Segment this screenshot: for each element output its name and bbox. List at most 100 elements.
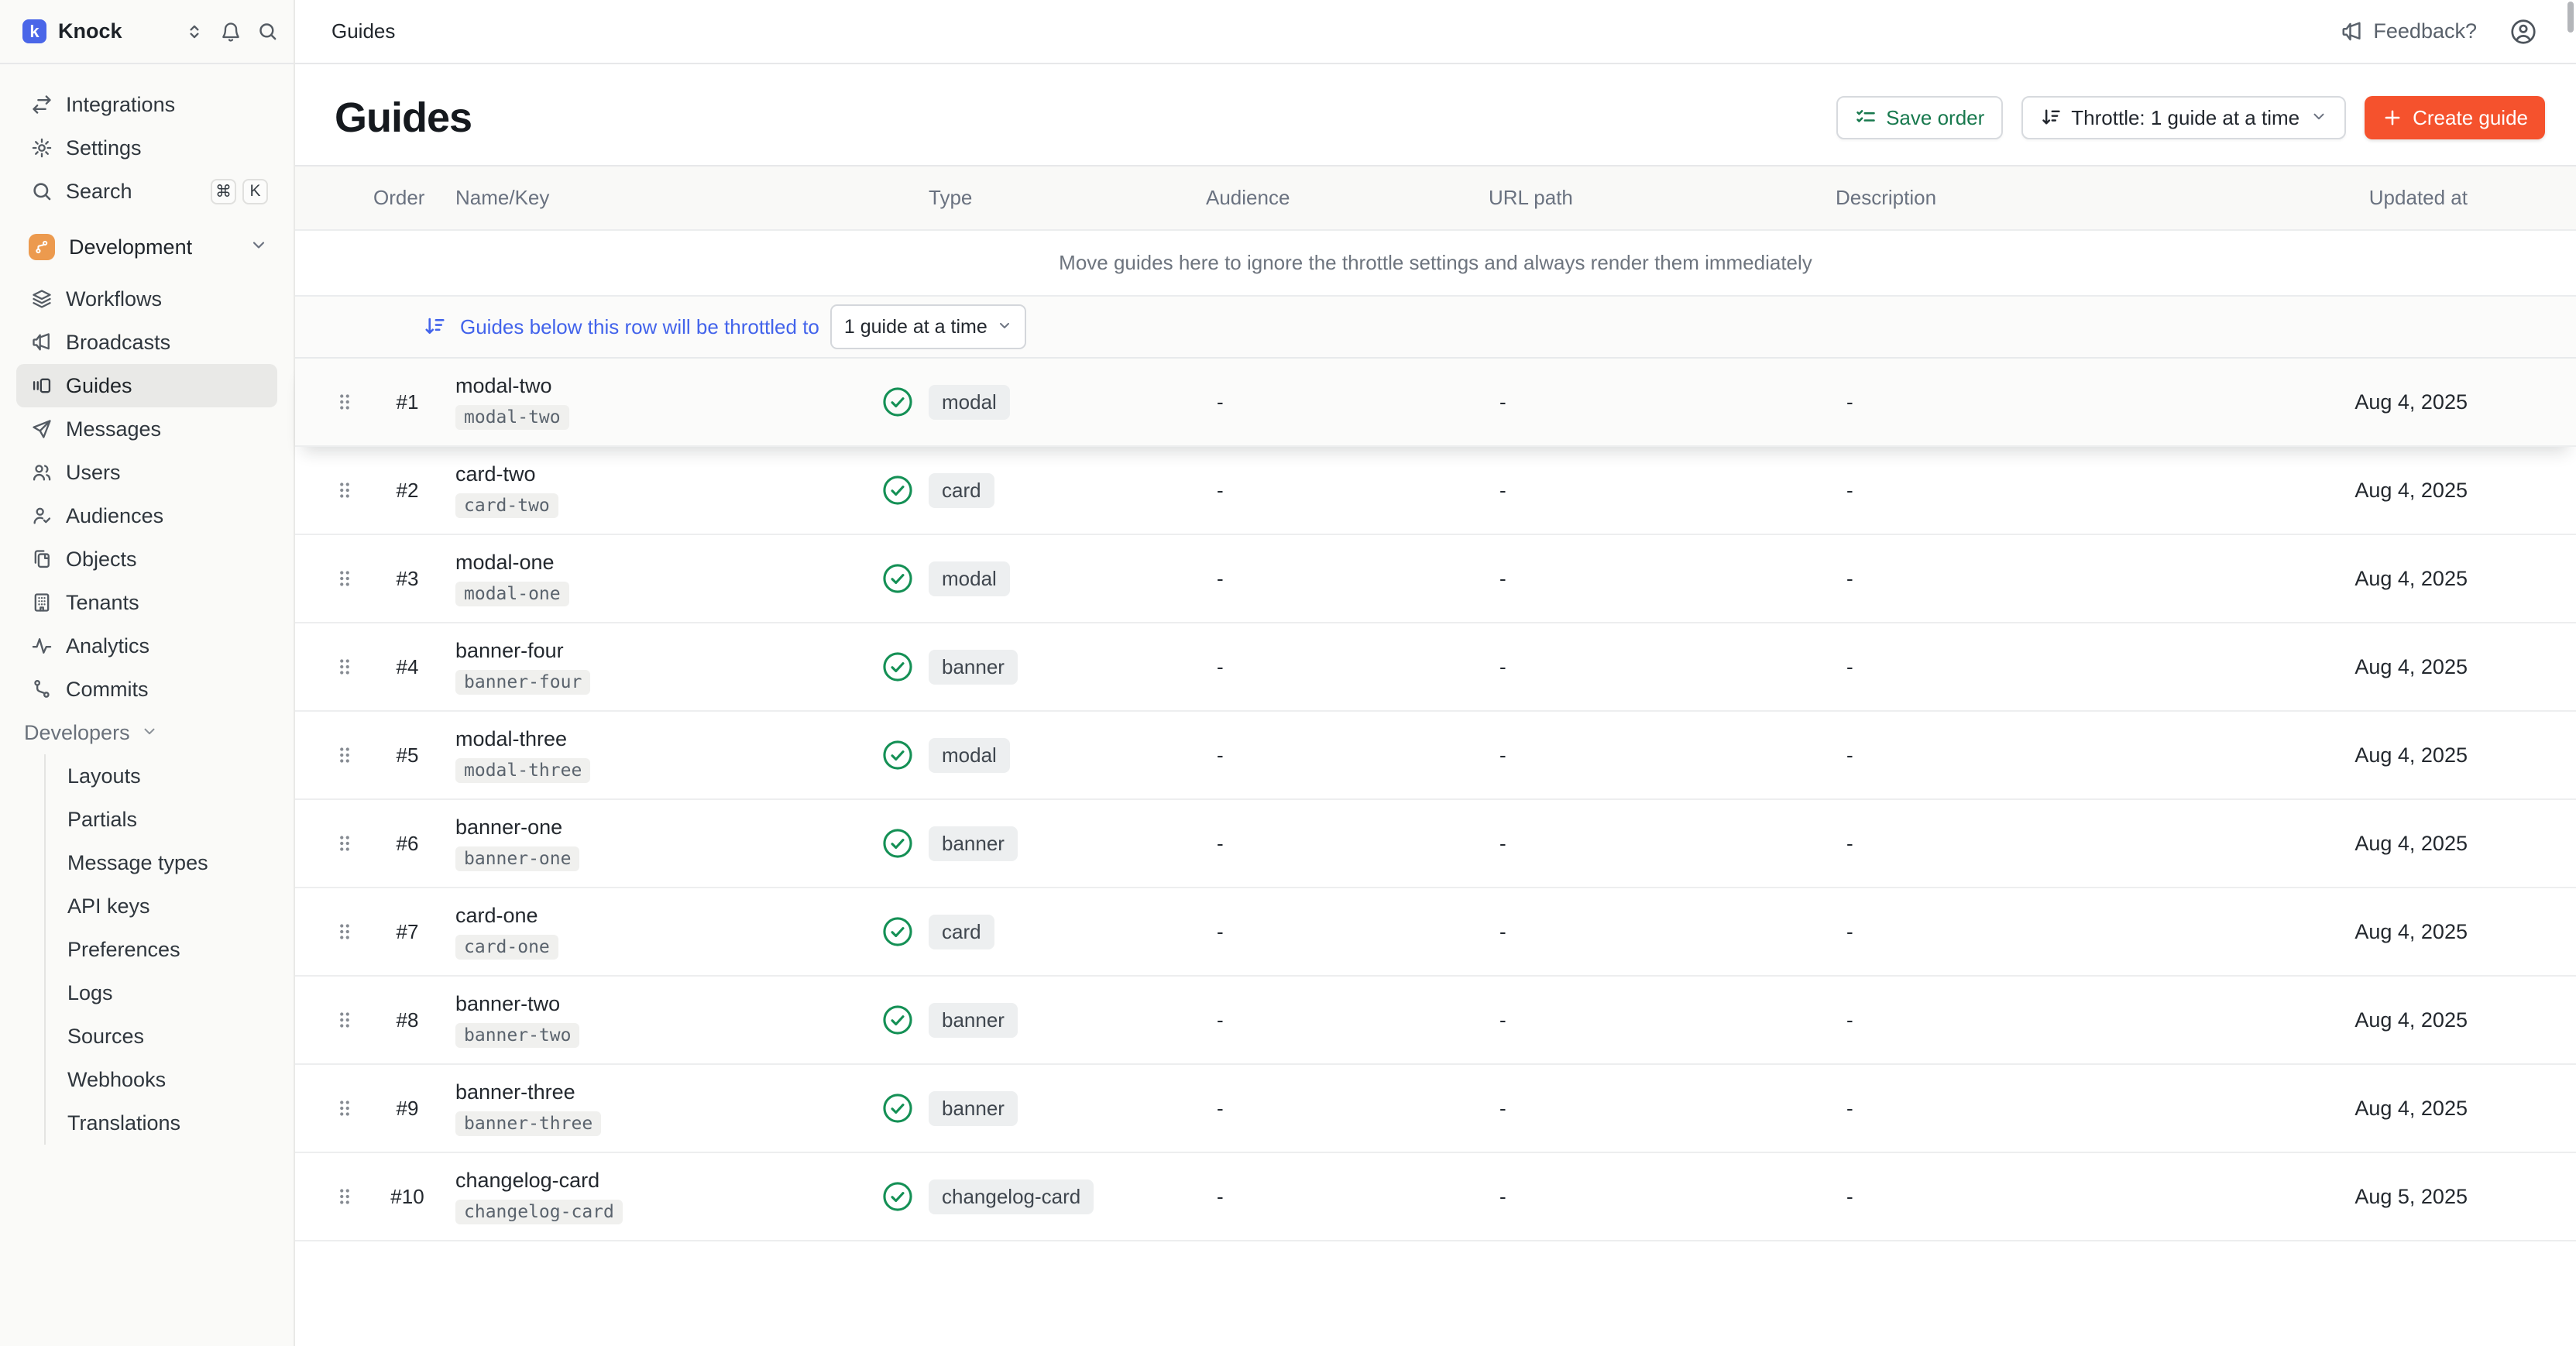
feedback-label: Feedback? — [2373, 19, 2477, 43]
environment-switcher[interactable]: Development — [16, 225, 277, 269]
guide-row[interactable]: #4 banner-four banner-four banner - — [295, 623, 2576, 712]
audience-cell: - — [1194, 832, 1476, 856]
git-branch-icon — [29, 234, 55, 260]
developers-section-toggle[interactable]: Developers — [16, 711, 277, 754]
drag-handle[interactable] — [337, 920, 380, 943]
audience-cell: - — [1194, 1185, 1476, 1209]
description-cell: - — [1823, 567, 2246, 591]
developers-sub-item[interactable]: Sources — [46, 1015, 277, 1058]
sidebar-item-broadcasts[interactable]: Broadcasts — [16, 321, 277, 364]
type-badge: banner — [929, 1091, 1018, 1126]
throttle-divider-label[interactable]: Guides below this row will be throttled … — [460, 315, 819, 339]
drag-handle[interactable] — [337, 390, 380, 414]
guide-rows: #1 modal-two modal-two modal - - — [295, 359, 2576, 1241]
audience-cell: - — [1194, 479, 1476, 503]
order-number: #8 — [380, 1008, 434, 1032]
sidebar-item-label: Search — [66, 180, 132, 204]
guide-row[interactable]: #6 banner-one banner-one banner - - — [295, 800, 2576, 888]
throttle-amount-select[interactable]: 1 guide at a time — [830, 304, 1026, 349]
throttle-button-label: Throttle: 1 guide at a time — [2071, 106, 2300, 130]
sidebar-item-search[interactable]: Search ⌘ K — [16, 170, 277, 213]
drag-handle[interactable] — [337, 1097, 380, 1120]
user-avatar-icon[interactable] — [2509, 18, 2537, 46]
sub-item-label: Webhooks — [67, 1068, 166, 1092]
sidebar-item-integrations[interactable]: Integrations — [16, 83, 277, 126]
active-check-circle-icon — [881, 1179, 915, 1214]
guide-row[interactable]: #2 card-two card-two card - - — [295, 447, 2576, 535]
unthrottled-dropzone[interactable]: Move guides here to ignore the throttle … — [295, 231, 2576, 297]
url-path-cell: - — [1476, 832, 1823, 856]
sidebar-item-users[interactable]: Users — [16, 451, 277, 494]
developers-sub-item[interactable]: Preferences — [46, 928, 277, 971]
name-key-cell: banner-two banner-two — [434, 992, 876, 1048]
grip-dots-icon — [337, 479, 352, 502]
updated-at-cell: Aug 4, 2025 — [2246, 743, 2576, 767]
guide-name: banner-two — [455, 992, 876, 1016]
audience-cell: - — [1194, 920, 1476, 944]
guide-row[interactable]: #10 changelog-card changelog-card change… — [295, 1153, 2576, 1241]
sub-item-label: Message types — [67, 851, 208, 875]
order-number: #6 — [380, 832, 434, 856]
sub-item-label: Logs — [67, 981, 113, 1005]
app-window: k Knock Integrations — [0, 0, 2576, 1346]
drag-handle[interactable] — [337, 1185, 380, 1208]
sidebar-item-tenants[interactable]: Tenants — [16, 581, 277, 624]
guide-row[interactable]: #8 banner-two banner-two banner - - — [295, 977, 2576, 1065]
search-icon[interactable] — [257, 21, 278, 42]
create-guide-button[interactable]: Create guide — [2365, 96, 2545, 139]
drag-handle[interactable] — [337, 1008, 380, 1032]
workspace-name: Knock — [58, 19, 122, 43]
feedback-button[interactable]: Feedback? — [2341, 19, 2477, 43]
order-number: #5 — [380, 743, 434, 767]
description-cell: - — [1823, 479, 2246, 503]
sidebar-item-analytics[interactable]: Analytics — [16, 624, 277, 668]
developers-sub-item[interactable]: Translations — [46, 1101, 277, 1145]
type-cell: card — [876, 473, 1194, 508]
drag-handle[interactable] — [337, 832, 380, 855]
guide-name: card-one — [455, 904, 876, 928]
name-key-cell: modal-two modal-two — [434, 374, 876, 430]
sidebar-item-guides[interactable]: Guides — [16, 364, 277, 407]
updated-at-cell: Aug 4, 2025 — [2246, 920, 2576, 944]
sidebar-item-label: Integrations — [66, 93, 175, 117]
description-cell: - — [1823, 920, 2246, 944]
throttle-dropdown-button[interactable]: Throttle: 1 guide at a time — [2021, 96, 2346, 139]
developers-sub-item[interactable]: Webhooks — [46, 1058, 277, 1101]
guide-row[interactable]: #3 modal-one modal-one modal - - — [295, 535, 2576, 623]
column-header-audience: Audience — [1194, 186, 1476, 210]
drag-handle[interactable] — [337, 479, 380, 502]
column-header-type: Type — [876, 186, 1194, 210]
description-cell: - — [1823, 390, 2246, 414]
sidebar-item-audiences[interactable]: Audiences — [16, 494, 277, 537]
sidebar-item-label: Broadcasts — [66, 331, 170, 355]
drag-handle[interactable] — [337, 567, 380, 590]
developers-sub-item[interactable]: Logs — [46, 971, 277, 1015]
save-order-button[interactable]: Save order — [1836, 96, 2003, 139]
guide-row[interactable]: #9 banner-three banner-three banner - — [295, 1065, 2576, 1153]
drag-handle[interactable] — [337, 743, 380, 767]
guide-row[interactable]: #7 card-one card-one card - - — [295, 888, 2576, 977]
url-path-cell: - — [1476, 479, 1823, 503]
notifications-bell-icon[interactable] — [220, 21, 242, 43]
developers-sub-item[interactable]: Message types — [46, 841, 277, 884]
sidebar-item-messages[interactable]: Messages — [16, 407, 277, 451]
column-header-order: Order — [337, 186, 434, 210]
sidebar-item-label: Analytics — [66, 634, 149, 658]
sidebar-item-settings[interactable]: Settings — [16, 126, 277, 170]
order-number: #2 — [380, 479, 434, 503]
sidebar-item-workflows[interactable]: Workflows — [16, 277, 277, 321]
guide-row[interactable]: #1 modal-two modal-two modal - - — [295, 359, 2576, 447]
developers-sub-item[interactable]: Layouts — [46, 754, 277, 798]
sidebar-item-objects[interactable]: Objects — [16, 537, 277, 581]
vertical-scrollbar[interactable] — [2567, 2, 2574, 33]
sidebar-item-commits[interactable]: Commits — [16, 668, 277, 711]
developers-sub-item[interactable]: API keys — [46, 884, 277, 928]
drag-handle[interactable] — [337, 655, 380, 678]
developers-sub-item[interactable]: Partials — [46, 798, 277, 841]
guide-row[interactable]: #5 modal-three modal-three modal - — [295, 712, 2576, 800]
updated-at-cell: Aug 4, 2025 — [2246, 832, 2576, 856]
guide-key-badge: banner-one — [455, 846, 579, 871]
sidebar-item-label: Guides — [66, 374, 132, 398]
type-cell: card — [876, 915, 1194, 949]
workspace-switcher-icon[interactable] — [184, 22, 204, 42]
